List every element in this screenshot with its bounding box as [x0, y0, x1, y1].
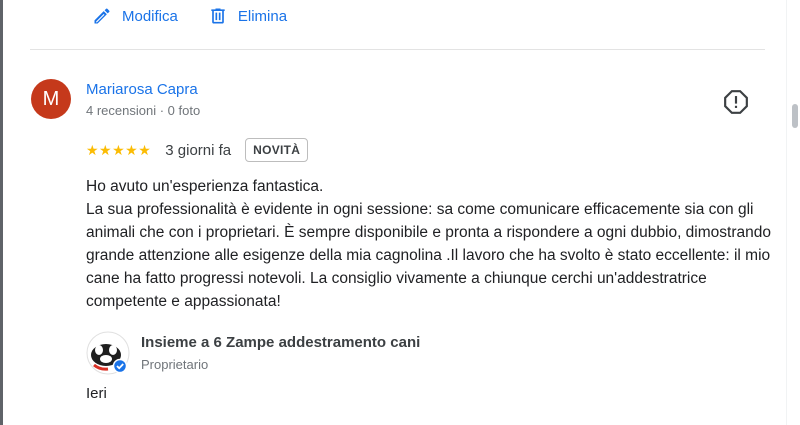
edit-label: Modifica	[122, 7, 178, 25]
scrollbar-thumb[interactable]	[792, 104, 798, 128]
owner-logo-avatar	[86, 331, 130, 375]
review-text: Ho avuto un'esperienza fantastica. La su…	[86, 178, 771, 310]
rating-row: ★★★★★ 3 giorni fa NOVITÀ	[86, 137, 309, 163]
scrollbar-track[interactable]	[786, 0, 800, 425]
reviewer-name-link[interactable]: Mariarosa Capra	[86, 81, 198, 98]
review-actions: Modifica Elimina	[92, 0, 287, 32]
reviewer-meta: 4 recensioni · 0 foto	[86, 103, 201, 118]
owner-name: Insieme a 6 Zampe addestramento cani	[141, 334, 421, 351]
owner-role: Proprietario	[141, 357, 209, 372]
star-rating: ★★★★★	[86, 141, 152, 158]
report-icon[interactable]	[723, 89, 749, 115]
reviewer-avatar[interactable]: M	[31, 79, 71, 119]
reply-date: Ieri	[86, 385, 107, 402]
review-divider	[30, 49, 765, 50]
new-badge: NOVITÀ	[245, 138, 309, 162]
delete-button[interactable]: Elimina	[208, 6, 287, 26]
verified-icon	[112, 358, 128, 374]
window-left-edge	[0, 0, 3, 425]
pencil-icon	[94, 8, 110, 24]
review-date: 3 giorni fa	[165, 141, 232, 159]
trash-icon	[211, 8, 225, 24]
edit-button[interactable]: Modifica	[92, 6, 178, 26]
delete-label: Elimina	[237, 7, 288, 25]
avatar-initial: M	[42, 87, 60, 110]
